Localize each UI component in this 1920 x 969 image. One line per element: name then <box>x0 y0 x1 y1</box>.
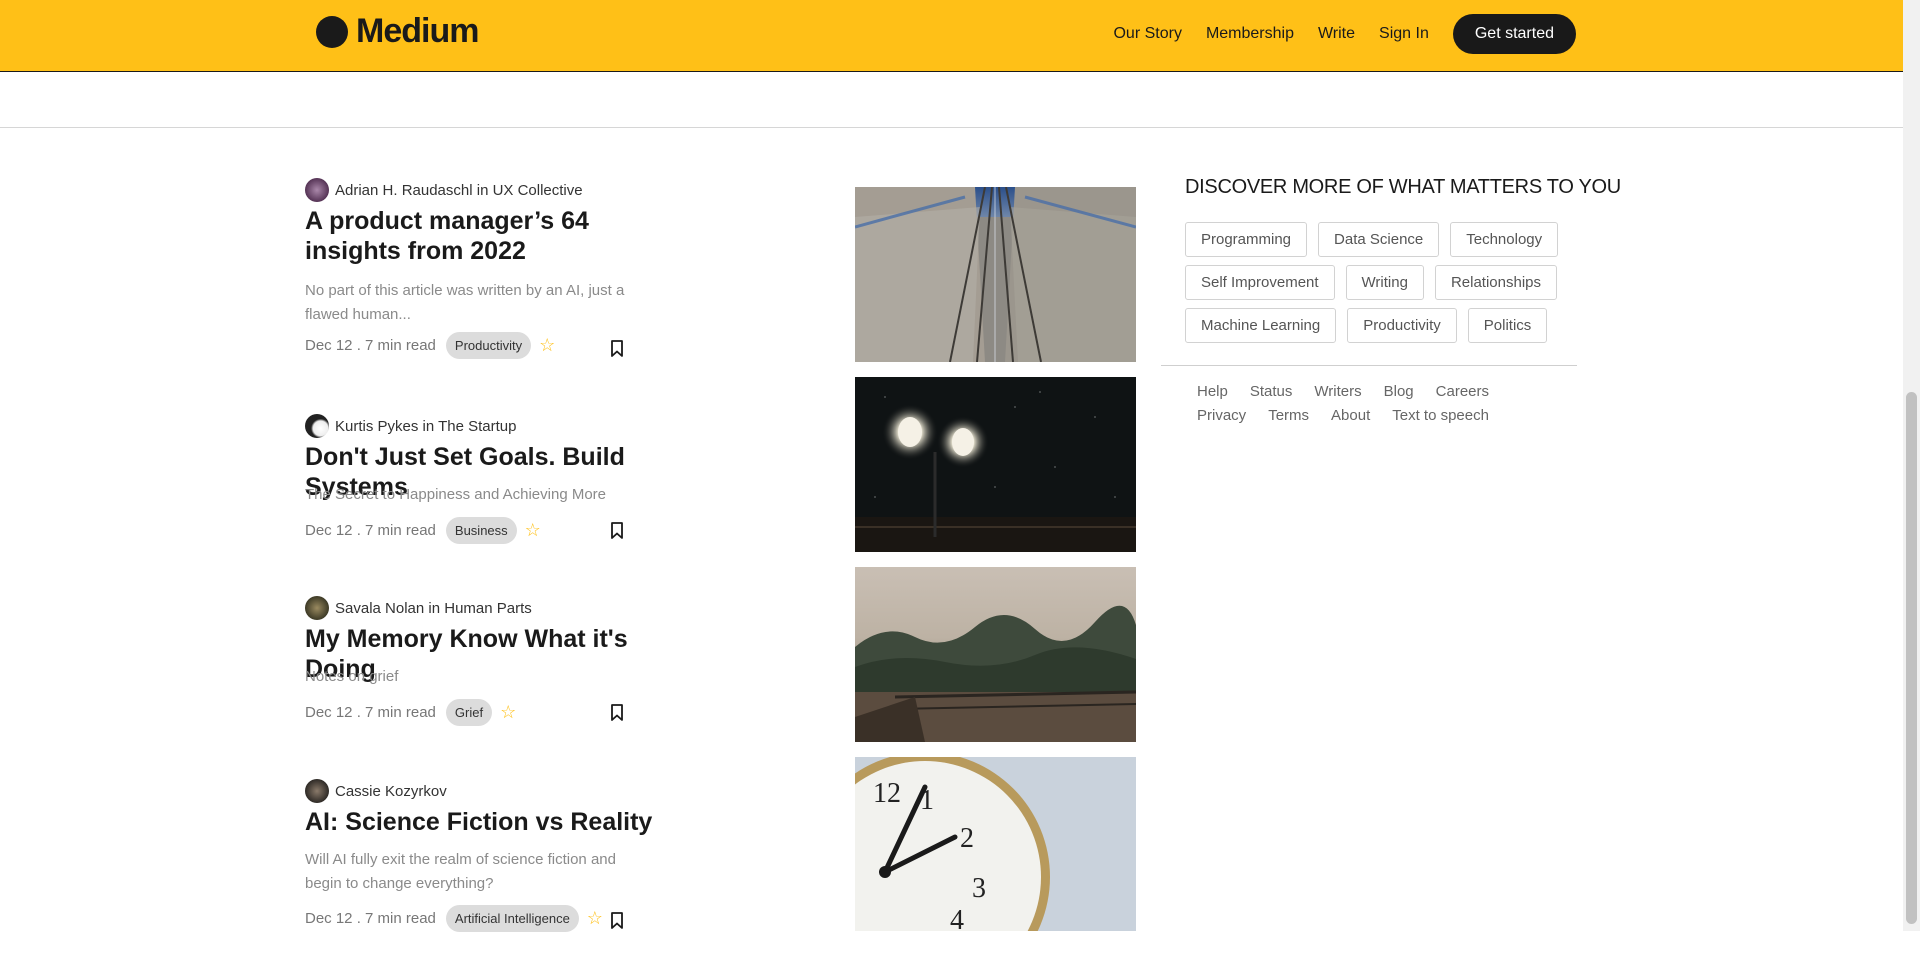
footer-link-blog[interactable]: Blog <box>1384 383 1414 401</box>
author-name[interactable]: Kurtis Pykes in The Startup <box>335 418 516 435</box>
footer-link-privacy[interactable]: Privacy <box>1197 407 1246 425</box>
article-author-row: Kurtis Pykes in The Startup <box>305 414 516 438</box>
article-title[interactable]: AI: Science Fiction vs Reality <box>305 807 685 837</box>
star-icon: ☆ <box>524 520 541 540</box>
author-name[interactable]: Adrian H. Raudaschl in UX Collective <box>335 182 583 199</box>
article-date: Dec 12 . 7 min read <box>305 337 436 354</box>
medium-logo-icon <box>316 15 348 48</box>
svg-text:3: 3 <box>972 873 986 904</box>
discover-title: DISCOVER MORE OF WHAT MATTERS TO YOU <box>1185 176 1621 198</box>
footer-link-text-to-speech[interactable]: Text to speech <box>1392 407 1489 425</box>
topic-data-science[interactable]: Data Science <box>1318 222 1440 257</box>
logo-text: Medium <box>356 12 479 50</box>
get-started-button[interactable]: Get started <box>1452 14 1576 54</box>
article-tag[interactable]: Grief <box>445 699 493 726</box>
nav-membership[interactable]: Membership <box>1206 25 1294 43</box>
article-description: The Secret to Happiness and Achieving Mo… <box>305 486 607 503</box>
section-divider <box>0 127 1903 128</box>
nav-sign-in[interactable]: Sign In <box>1379 25 1429 43</box>
sidebar-divider <box>1161 365 1577 366</box>
article-tag[interactable]: Artificial Intelligence <box>445 905 579 932</box>
top-nav: Our Story Membership Write Sign In Get s… <box>1089 14 1576 54</box>
topic-relationships[interactable]: Relationships <box>1434 265 1558 300</box>
article-description: Will AI fully exit the realm of science … <box>305 851 616 892</box>
bookmark-icon[interactable] <box>610 522 624 539</box>
svg-text:4: 4 <box>950 905 964 931</box>
article-date: Dec 12 . 7 min read <box>305 704 436 721</box>
footer-link-help[interactable]: Help <box>1197 383 1228 401</box>
medium-logo[interactable]: Medium <box>316 12 479 51</box>
topic-writing[interactable]: Writing <box>1345 265 1424 300</box>
footer-link-status[interactable]: Status <box>1250 383 1293 401</box>
author-name[interactable]: Savala Nolan in Human Parts <box>335 600 532 617</box>
footer-link-about[interactable]: About <box>1331 407 1370 425</box>
bookmark-icon[interactable] <box>610 340 624 357</box>
footer-links: Help Status Writers Blog Careers Privacy… <box>1197 383 1557 431</box>
nav-our-story[interactable]: Our Story <box>1113 25 1181 43</box>
topic-list: Programming Data Science Technology Self… <box>1185 222 1605 351</box>
footer-link-writers[interactable]: Writers <box>1314 383 1361 401</box>
svg-text:12: 12 <box>873 778 901 809</box>
author-avatar <box>305 414 329 438</box>
svg-text:2: 2 <box>960 823 974 854</box>
article-footer: Dec 12 . 7 min read Productivity ☆ <box>305 332 555 359</box>
article-author-row: Cassie Kozyrkov <box>305 779 447 803</box>
article-card[interactable]: Adrian H. Raudaschl in UX Collective A p… <box>305 178 1165 368</box>
article-date: Dec 12 . 7 min read <box>305 522 436 539</box>
article-card[interactable]: Cassie Kozyrkov AI: Science Fiction vs R… <box>305 757 1165 969</box>
article-date: Dec 12 . 7 min read <box>305 910 436 927</box>
star-icon: ☆ <box>500 702 517 722</box>
article-tag[interactable]: Business <box>445 517 517 544</box>
bookmark-icon[interactable] <box>610 704 624 721</box>
topic-programming[interactable]: Programming <box>1185 222 1308 257</box>
footer-link-terms[interactable]: Terms <box>1268 407 1309 425</box>
top-header: Medium Our Story Membership Write Sign I… <box>0 0 1903 72</box>
scrollbar-thumb[interactable] <box>1906 392 1917 924</box>
article-footer: Dec 12 . 7 min read Artificial Intellige… <box>305 905 603 932</box>
article-tag[interactable]: Productivity <box>445 332 532 359</box>
article-title[interactable]: A product manager’s 64 insights from 202… <box>305 206 665 266</box>
article-description: No part of this article was written by a… <box>305 282 625 323</box>
article-footer: Dec 12 . 7 min read Grief ☆ <box>305 699 516 726</box>
topic-technology[interactable]: Technology <box>1450 222 1559 257</box>
bookmark-icon[interactable] <box>610 912 624 929</box>
star-icon: ☆ <box>586 908 603 928</box>
article-thumbnail-forest[interactable] <box>855 567 1136 742</box>
topic-productivity[interactable]: Productivity <box>1347 308 1457 343</box>
author-avatar <box>305 596 329 620</box>
article-description: Notes on grief <box>305 668 399 685</box>
nav-write[interactable]: Write <box>1318 25 1355 43</box>
article-thumbnail-clock[interactable]: 12 1 2 3 4 <box>855 757 1136 931</box>
article-footer: Dec 12 . 7 min read Business ☆ <box>305 517 541 544</box>
topic-politics[interactable]: Politics <box>1467 308 1548 343</box>
article-thumbnail-railway[interactable] <box>855 187 1136 362</box>
author-avatar <box>305 779 329 803</box>
article-author-row: Adrian H. Raudaschl in UX Collective <box>305 178 583 202</box>
topic-machine-learning[interactable]: Machine Learning <box>1185 308 1337 343</box>
author-avatar <box>305 178 329 202</box>
article-thumbnail-lamps[interactable] <box>855 377 1136 552</box>
footer-link-careers[interactable]: Careers <box>1436 383 1489 401</box>
topic-self-improvement[interactable]: Self Improvement <box>1185 265 1335 300</box>
article-author-row: Savala Nolan in Human Parts <box>305 596 532 620</box>
star-icon: ☆ <box>539 335 556 355</box>
author-name[interactable]: Cassie Kozyrkov <box>335 783 447 800</box>
